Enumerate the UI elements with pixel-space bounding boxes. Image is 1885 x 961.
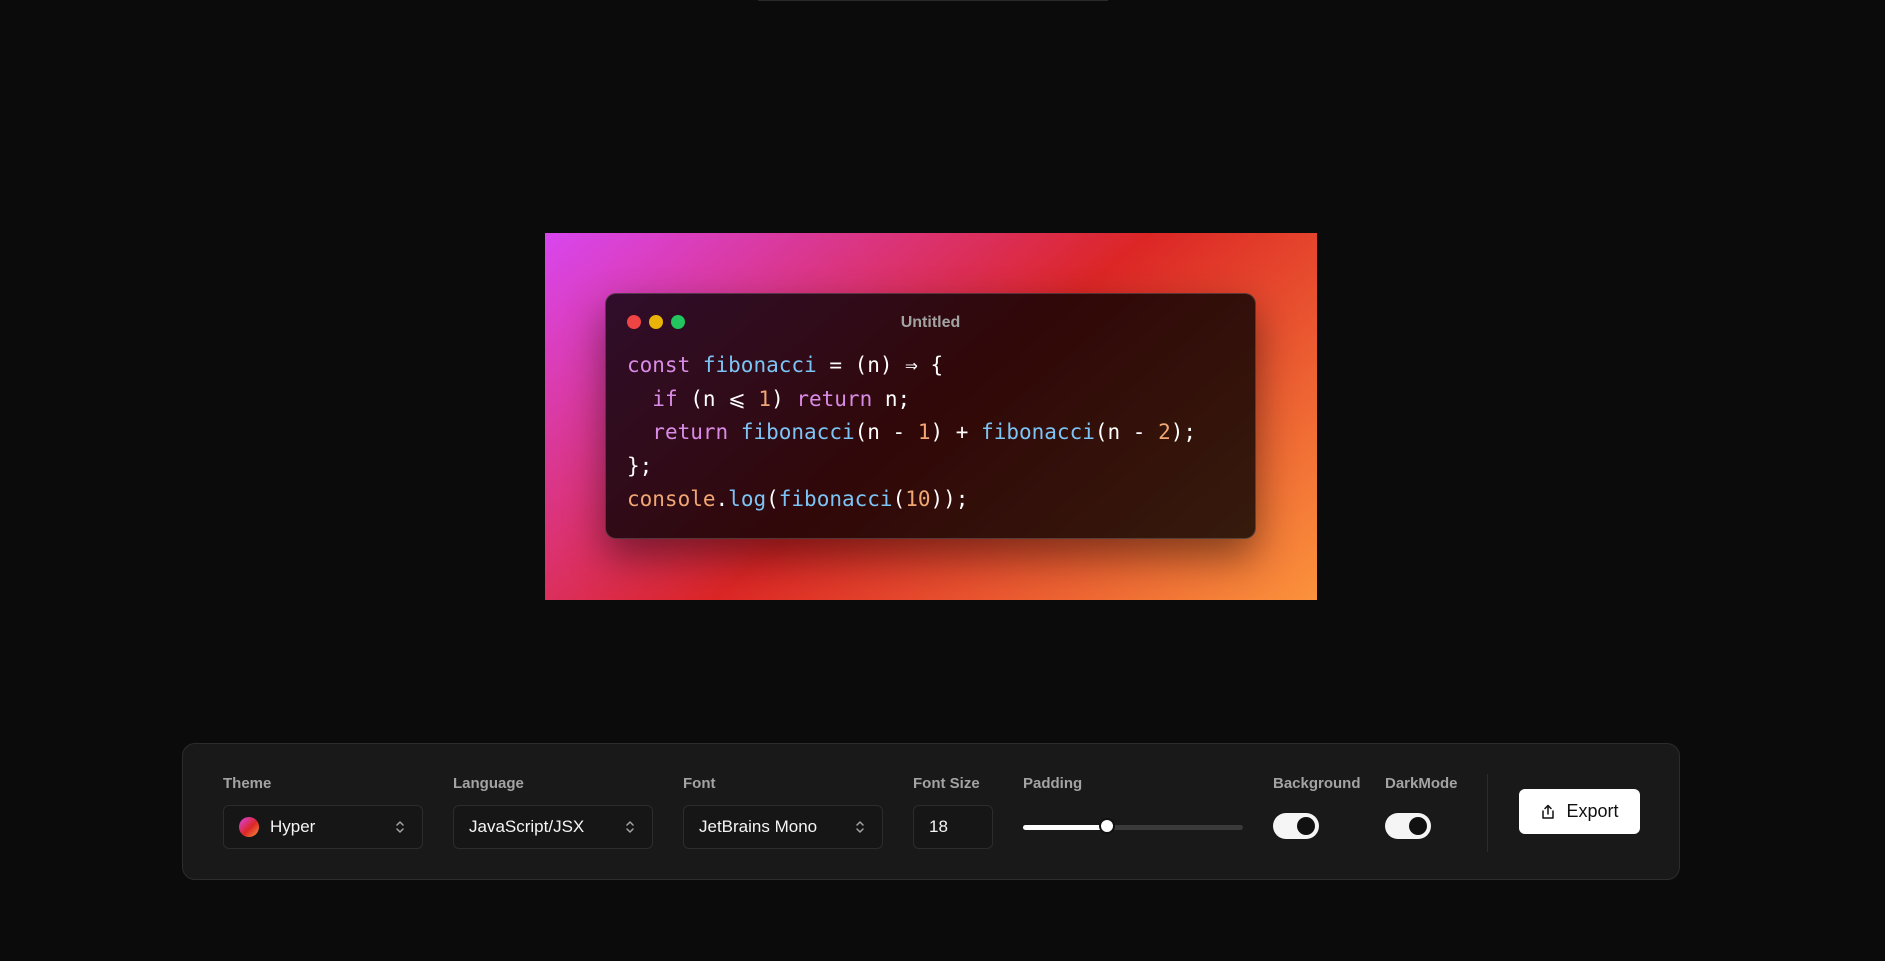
code-token: = (n) ⇒ { xyxy=(816,353,944,377)
code-line: return fibonacci(n - 1) + fibonacci(n - … xyxy=(627,416,1196,450)
code-token: fibonacci xyxy=(702,353,817,377)
code-token: fibonacci xyxy=(740,420,855,444)
code-preview-canvas: Untitled const fibonacci = (n) ⇒ { if (n… xyxy=(545,233,1317,600)
code-token: 10 xyxy=(905,487,931,511)
code-line: if (n ⩽ 1) return n; xyxy=(627,383,1196,417)
toolbar-divider xyxy=(1487,774,1488,852)
padding-label: Padding xyxy=(1023,775,1083,792)
code-window: Untitled const fibonacci = (n) ⇒ { if (n… xyxy=(605,293,1256,539)
code-token: fibonacci xyxy=(778,487,893,511)
code-token: return xyxy=(652,420,729,444)
export-label: Export xyxy=(1566,801,1619,821)
font-size-label: Font Size xyxy=(913,775,980,792)
code-token: ) + xyxy=(930,420,982,444)
code-token: )); xyxy=(930,487,969,511)
code-token: 1 xyxy=(758,386,772,411)
code-token: (n - xyxy=(1094,420,1159,444)
font-select[interactable]: JetBrains Mono xyxy=(683,805,883,849)
slider-thumb[interactable] xyxy=(1098,818,1115,834)
top-divider xyxy=(758,0,1108,1)
padding-slider[interactable] xyxy=(1023,818,1243,835)
language-label: Language xyxy=(453,775,524,792)
code-token: fibonacci xyxy=(981,420,1095,444)
code-token: const xyxy=(627,353,691,377)
window-title[interactable]: Untitled xyxy=(606,314,1255,332)
language-select[interactable]: JavaScript/JSX xyxy=(453,805,653,849)
code-token: ); xyxy=(1170,420,1197,444)
code-token: 2 xyxy=(1158,420,1171,444)
gradient-swatch-icon xyxy=(239,817,259,837)
chevron-up-down-icon xyxy=(856,821,864,833)
code-line: const fibonacci = (n) ⇒ { xyxy=(627,349,1196,383)
dark-mode-toggle[interactable] xyxy=(1385,813,1431,839)
share-icon xyxy=(1542,804,1555,819)
font-size-input[interactable]: 18 xyxy=(913,805,993,849)
code-token: return xyxy=(796,386,873,411)
code-token: (n ⩽ xyxy=(677,386,759,411)
font-label: Font xyxy=(683,775,716,792)
code-line: console.log(fibonacci(10)); xyxy=(627,483,1196,517)
slider-fill xyxy=(1023,825,1107,830)
background-toggle[interactable] xyxy=(1273,813,1319,839)
code-token: ( xyxy=(766,487,779,511)
code-token: }; xyxy=(627,453,653,478)
code-line: }; xyxy=(627,450,1196,484)
code-token: ) xyxy=(771,386,797,411)
code-editor[interactable]: const fibonacci = (n) ⇒ { if (n ⩽ 1) ret… xyxy=(627,349,1196,517)
code-token: if xyxy=(652,386,678,411)
toggle-knob xyxy=(1297,817,1315,835)
code-token: (n - xyxy=(854,420,918,444)
code-token: log xyxy=(728,487,767,511)
theme-select[interactable]: Hyper xyxy=(223,805,423,849)
chevron-up-down-icon xyxy=(626,821,634,833)
dark-mode-label: DarkMode xyxy=(1385,775,1458,792)
code-token: n; xyxy=(872,386,911,411)
chevron-up-down-icon xyxy=(396,821,404,833)
background-label: Background xyxy=(1273,775,1361,792)
theme-label: Theme xyxy=(223,775,272,792)
language-value: JavaScript/JSX xyxy=(469,817,585,836)
toggle-knob xyxy=(1409,817,1427,835)
code-token: . xyxy=(715,487,729,511)
code-token: ( xyxy=(892,487,906,511)
code-token: console xyxy=(627,487,716,511)
code-token: 1 xyxy=(917,420,931,444)
font-value: JetBrains Mono xyxy=(699,817,818,836)
export-button[interactable]: Export xyxy=(1519,789,1640,834)
toolbar: Theme Hyper Language JavaScript/JSX Font… xyxy=(182,743,1680,880)
theme-value: Hyper xyxy=(270,817,316,836)
